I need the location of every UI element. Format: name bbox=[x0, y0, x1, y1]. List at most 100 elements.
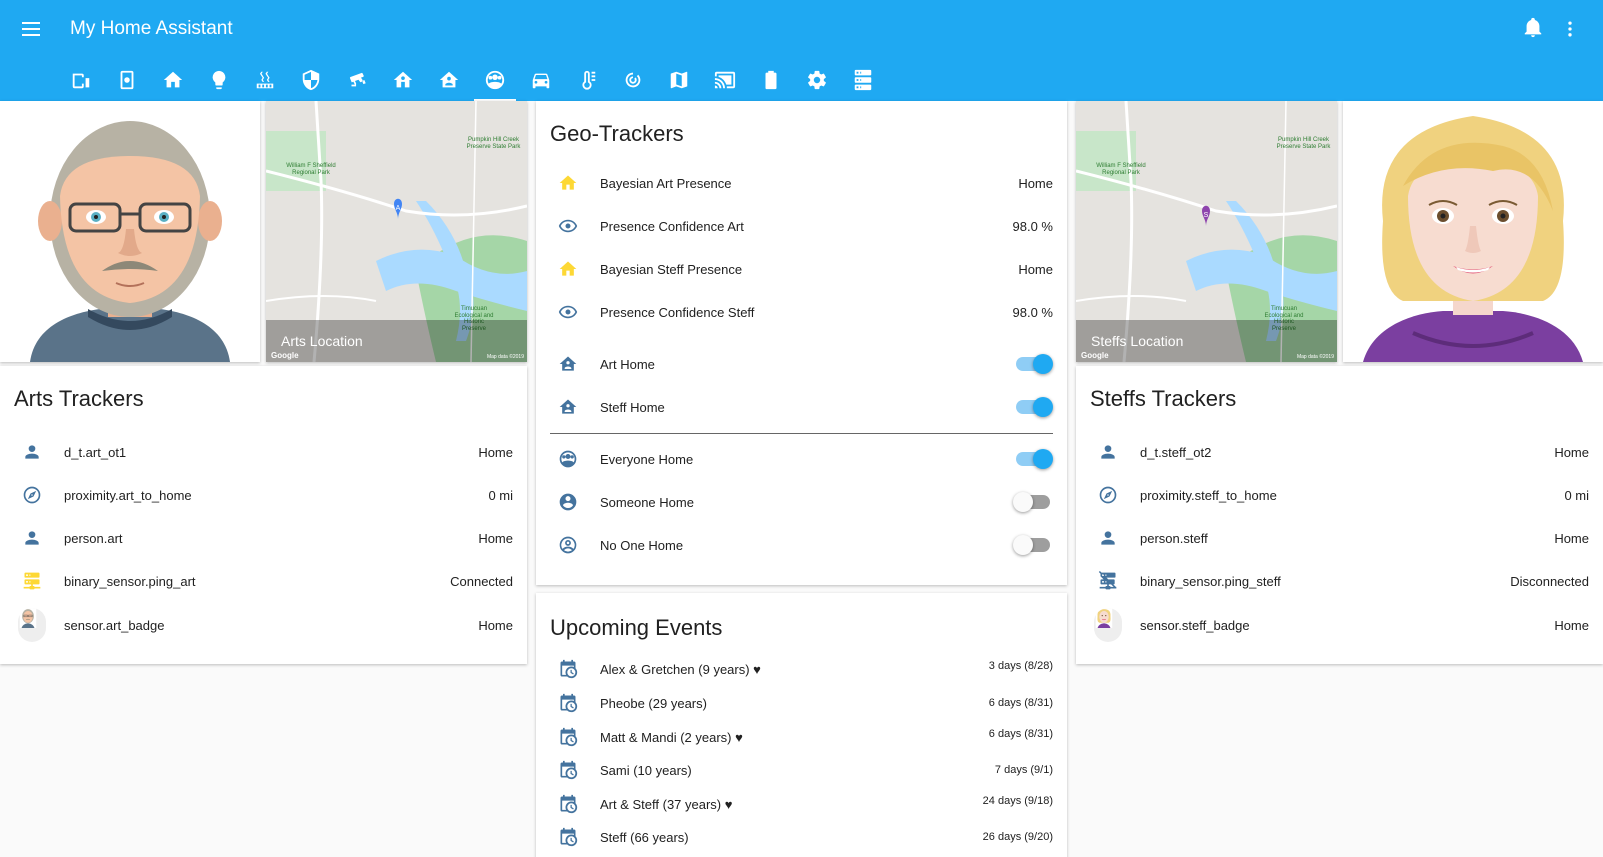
radiator-icon[interactable] bbox=[242, 58, 288, 101]
calendar-clock-icon bbox=[550, 752, 586, 788]
card-title: Upcoming Events bbox=[550, 615, 723, 640]
entity-name: person.art bbox=[64, 530, 123, 546]
entity-name: d_t.art_ot1 bbox=[64, 444, 127, 460]
account-group-icon[interactable] bbox=[472, 58, 518, 101]
entity-name: Bayesian Art Presence bbox=[600, 175, 732, 191]
entity-row[interactable]: d_t.art_ot1 Home bbox=[14, 432, 513, 472]
no-one-home-toggle[interactable] bbox=[1013, 535, 1050, 555]
entity-row[interactable]: binary_sensor.ping_art Connected bbox=[14, 561, 513, 601]
entity-state: 98.0 % bbox=[1012, 218, 1053, 234]
entity-row[interactable]: Presence Confidence Art 98.0 % bbox=[550, 206, 1053, 246]
event-name: Matt & Mandi (2 years) ♥ bbox=[600, 729, 743, 745]
settings-icon[interactable] bbox=[794, 58, 840, 101]
map-park-label: Pumpkin Hill Creek Preserve State Park bbox=[1276, 137, 1331, 150]
entity-row[interactable]: sensor.art_badge Home bbox=[14, 605, 513, 645]
menu-icon[interactable] bbox=[18, 16, 46, 42]
steff-home-toggle[interactable] bbox=[1016, 397, 1053, 417]
switch-row[interactable]: Someone Home bbox=[550, 482, 1053, 522]
map-park-label: Pumpkin Hill Creek Preserve State Park bbox=[466, 137, 521, 150]
entity-name: person.steff bbox=[1140, 530, 1208, 546]
cast-connected-icon[interactable] bbox=[702, 58, 748, 101]
entity-row[interactable]: d_t.steff_ot2 Home bbox=[1090, 432, 1589, 472]
entity-row[interactable]: binary_sensor.ping_steff Disconnected bbox=[1090, 561, 1589, 601]
home-icon[interactable] bbox=[150, 58, 196, 101]
switch-row[interactable]: Steff Home bbox=[550, 387, 1053, 427]
switch-row[interactable]: Everyone Home bbox=[550, 439, 1053, 479]
account-circle-icon bbox=[550, 484, 586, 520]
entity-state: 98.0 % bbox=[1012, 304, 1053, 320]
account-icon bbox=[1090, 434, 1126, 470]
art-avatar-picture[interactable] bbox=[0, 101, 260, 362]
entity-name: sensor.steff_badge bbox=[1140, 617, 1250, 633]
bell-icon[interactable] bbox=[1522, 16, 1548, 42]
calendar-clock-icon bbox=[550, 819, 586, 855]
entity-name: Presence Confidence Steff bbox=[600, 304, 755, 320]
everyone-home-toggle[interactable] bbox=[1016, 449, 1053, 469]
map-park-label: William F Sheffield Regional Park bbox=[286, 163, 336, 176]
switch-row[interactable]: Art Home bbox=[550, 344, 1053, 384]
home-variant-icon[interactable] bbox=[380, 58, 426, 101]
entity-row[interactable]: sensor.steff_badge Home bbox=[1090, 605, 1589, 645]
entity-state: Home bbox=[1018, 261, 1053, 277]
entity-name: sensor.art_badge bbox=[64, 617, 165, 633]
map-icon[interactable] bbox=[656, 58, 702, 101]
card-title: Arts Trackers bbox=[14, 386, 144, 411]
map-attribution: Map data ©2019 bbox=[1296, 354, 1334, 360]
entity-state: 0 mi bbox=[488, 487, 513, 503]
arts-trackers-card: Arts Trackers d_t.art_ot1 Home proximity… bbox=[0, 366, 527, 664]
eye-icon bbox=[550, 294, 586, 330]
entity-name: Bayesian Steff Presence bbox=[600, 261, 743, 277]
map-attribution: Map data ©2019 bbox=[486, 354, 524, 360]
google-logo: Google bbox=[1081, 351, 1109, 360]
account-icon bbox=[14, 520, 50, 556]
entity-name: d_t.steff_ot2 bbox=[1140, 444, 1212, 460]
event-name: Alex & Gretchen (9 years) ♥ bbox=[600, 661, 761, 677]
entity-row[interactable]: Bayesian Steff Presence Home bbox=[550, 249, 1053, 289]
battery-icon[interactable] bbox=[748, 58, 794, 101]
cellphone-cog-icon[interactable] bbox=[104, 58, 150, 101]
steff-avatar-picture[interactable] bbox=[1343, 101, 1603, 362]
map-park-label: William F Sheffield Regional Park bbox=[1096, 163, 1146, 176]
geo-trackers-card: Geo-Trackers Bayesian Art Presence Home … bbox=[536, 101, 1067, 585]
entity-state: Home bbox=[478, 617, 513, 633]
eye-icon bbox=[550, 208, 586, 244]
steffs-location-map[interactable]: William F Sheffield Regional Park Pumpki… bbox=[1076, 101, 1337, 362]
thermometer-lines-icon[interactable] bbox=[564, 58, 610, 101]
entity-row[interactable]: proximity.steff_to_home 0 mi bbox=[1090, 475, 1589, 515]
account-group-icon bbox=[550, 441, 586, 477]
card-title: Steffs Trackers bbox=[1090, 386, 1237, 411]
entity-name: proximity.art_to_home bbox=[64, 487, 192, 503]
event-row[interactable]: Steff (66 years) 26 days (9/20) bbox=[550, 817, 1053, 857]
car-icon[interactable] bbox=[518, 58, 564, 101]
server-network-icon bbox=[14, 563, 50, 599]
server-network-off-icon bbox=[1090, 563, 1126, 599]
someone-home-toggle[interactable] bbox=[1013, 492, 1050, 512]
event-when: 24 days (9/18) bbox=[982, 795, 1053, 807]
art-home-toggle[interactable] bbox=[1016, 354, 1053, 374]
event-when: 6 days (8/31) bbox=[988, 697, 1053, 709]
cctv-icon[interactable] bbox=[334, 58, 380, 101]
server-icon[interactable] bbox=[840, 58, 886, 101]
entity-row[interactable]: Presence Confidence Steff 98.0 % bbox=[550, 292, 1053, 332]
arts-location-map[interactable]: William F Sheffield Regional Park Pumpki… bbox=[266, 101, 527, 362]
entity-state: Connected bbox=[450, 573, 513, 589]
entity-name: binary_sensor.ping_steff bbox=[1140, 573, 1281, 589]
shield-icon[interactable] bbox=[288, 58, 334, 101]
calendar-clock-icon bbox=[550, 651, 586, 687]
entity-row[interactable]: person.steff Home bbox=[1090, 518, 1589, 558]
more-vert-icon[interactable] bbox=[1560, 16, 1580, 42]
entity-state: Home bbox=[478, 530, 513, 546]
switch-row[interactable]: No One Home bbox=[550, 525, 1053, 565]
switch-name: Steff Home bbox=[600, 399, 665, 415]
home-account-icon[interactable] bbox=[426, 58, 472, 101]
tablet-cellphone-icon[interactable] bbox=[58, 58, 104, 101]
home-account-icon bbox=[550, 346, 586, 382]
lightbulb-icon[interactable] bbox=[196, 58, 242, 101]
calendar-clock-icon bbox=[550, 685, 586, 721]
app-title: My Home Assistant bbox=[70, 18, 233, 39]
entity-row[interactable]: proximity.art_to_home 0 mi bbox=[14, 475, 513, 515]
entity-row[interactable]: Bayesian Art Presence Home bbox=[550, 163, 1053, 203]
radar-icon[interactable] bbox=[610, 58, 656, 101]
entity-row[interactable]: person.art Home bbox=[14, 518, 513, 558]
map-marker-label: A bbox=[395, 205, 401, 212]
